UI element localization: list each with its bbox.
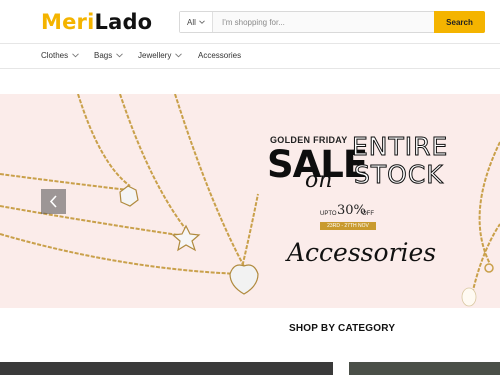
nav-item-label: Bags xyxy=(94,51,113,60)
search-bar: All Search xyxy=(179,11,485,33)
chevron-down-icon xyxy=(116,53,124,58)
category-tile[interactable] xyxy=(0,362,333,375)
nav-item-label: Clothes xyxy=(41,51,69,60)
search-button[interactable]: Search xyxy=(434,11,485,33)
promo-upto: UPTO xyxy=(320,211,337,217)
promo-dates: 23RD - 27TH NOV xyxy=(320,222,376,230)
section-title: SHOP BY CATEGORY xyxy=(289,323,396,334)
hero-banner[interactable] xyxy=(0,94,500,308)
site-header: MeriLado All Search xyxy=(0,0,500,43)
site-logo[interactable]: MeriLado xyxy=(41,9,152,35)
category-tile[interactable] xyxy=(349,362,500,375)
logo-part-lado: Lado xyxy=(94,10,153,34)
search-category-select[interactable]: All xyxy=(180,12,213,32)
main-nav: Clothes Bags Jewellery Accessories xyxy=(0,43,500,69)
nav-item-jewellery[interactable]: Jewellery xyxy=(138,51,183,60)
promo-on: on xyxy=(305,168,333,193)
nav-item-bags[interactable]: Bags xyxy=(94,51,124,60)
nav-item-accessories[interactable]: Accessories xyxy=(198,51,241,60)
necklace-image xyxy=(0,94,500,307)
search-category-label: All xyxy=(187,17,196,27)
chevron-left-icon xyxy=(49,195,57,208)
chevron-down-icon xyxy=(175,53,183,58)
nav-item-label: Jewellery xyxy=(138,51,172,60)
chevron-down-icon xyxy=(199,20,205,24)
promo-entire: ENTIRE xyxy=(351,132,449,162)
promo-stock: STOCK xyxy=(354,160,444,190)
nav-item-label: Accessories xyxy=(198,51,242,60)
logo-part-meri: Meri xyxy=(41,10,95,34)
nav-item-clothes[interactable]: Clothes xyxy=(41,51,79,60)
chevron-down-icon xyxy=(72,53,79,58)
promo-accessories: Accessories xyxy=(287,238,437,267)
promo-off: OFF xyxy=(362,211,374,217)
carousel-prev-button[interactable] xyxy=(41,189,66,214)
